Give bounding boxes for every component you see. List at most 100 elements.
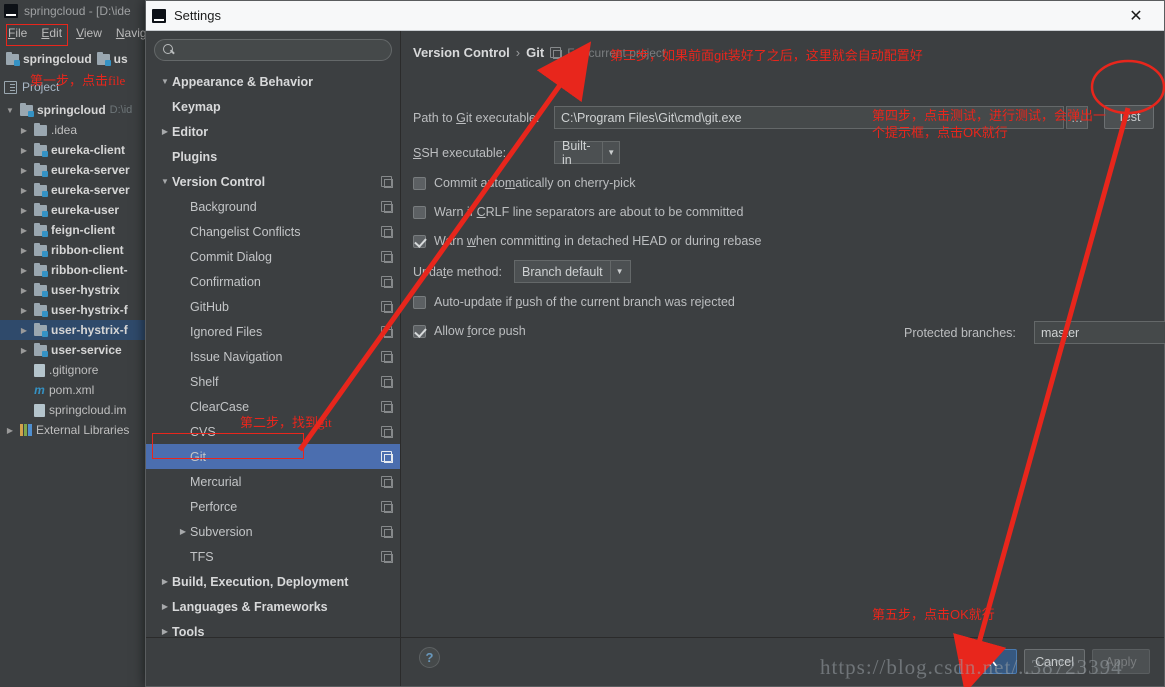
allow-force-push-checkbox[interactable] — [413, 324, 426, 338]
menu-item-edit[interactable]: Edit — [41, 26, 62, 40]
settings-nav-item[interactable]: Commit Dialog — [146, 244, 400, 269]
project-tree-row[interactable]: eureka-user — [0, 200, 145, 220]
git-path-input[interactable]: C:\Program Files\Git\cmd\git.exe — [554, 106, 1064, 129]
settings-nav-item[interactable]: Keymap — [146, 94, 400, 119]
tree-twisty-icon[interactable] — [18, 206, 30, 215]
settings-nav-item[interactable]: GitHub — [146, 294, 400, 319]
project-tree-row[interactable]: m pom.xml — [0, 380, 145, 400]
settings-nav-item[interactable]: ClearCase — [146, 394, 400, 419]
help-icon[interactable]: ? — [419, 647, 440, 668]
copy-settings-icon[interactable] — [381, 201, 393, 213]
tree-twisty-icon[interactable] — [18, 346, 30, 355]
warn-detached-head-row[interactable]: Warn when committing in detached HEAD or… — [413, 234, 761, 248]
commit-cherry-pick-checkbox[interactable] — [413, 176, 426, 190]
settings-nav-list[interactable]: ▼ Appearance & Behavior Keymap ▶ Editor Plugi… — [146, 69, 400, 686]
project-tree-row[interactable]: External Libraries — [0, 420, 145, 440]
project-tree-row[interactable]: springcloud.im — [0, 400, 145, 420]
settings-nav-item[interactable]: ▶ Tools — [146, 619, 400, 644]
breadcrumb-item-module[interactable]: us — [96, 51, 128, 66]
tree-twisty-icon[interactable] — [18, 186, 30, 195]
settings-nav-item[interactable]: ▼ Version Control — [146, 169, 400, 194]
tool-window-header-project[interactable]: Project — [4, 78, 59, 96]
protected-branches-input[interactable]: master — [1034, 321, 1165, 344]
menu-item-file[interactable]: File — [8, 26, 27, 40]
settings-nav-item[interactable]: Mercurial — [146, 469, 400, 494]
settings-nav-item[interactable]: Issue Navigation — [146, 344, 400, 369]
copy-settings-icon[interactable] — [381, 376, 393, 388]
settings-search-box[interactable] — [154, 39, 392, 61]
cancel-button[interactable]: Cancel — [1024, 649, 1085, 674]
tree-twisty-icon[interactable] — [18, 126, 30, 135]
project-tree-row[interactable]: eureka-server — [0, 180, 145, 200]
search-input[interactable] — [181, 42, 383, 58]
settings-nav-item[interactable]: Ignored Files — [146, 319, 400, 344]
copy-settings-icon[interactable] — [381, 426, 393, 438]
settings-nav-item[interactable]: ▶ Languages & Frameworks — [146, 594, 400, 619]
tree-twisty-icon[interactable] — [18, 166, 30, 175]
tree-twisty-icon[interactable] — [18, 246, 30, 255]
copy-settings-icon[interactable] — [381, 301, 393, 313]
copy-settings-icon[interactable] — [381, 176, 393, 188]
settings-nav-item[interactable]: ▼ Appearance & Behavior — [146, 69, 400, 94]
tree-twisty-icon[interactable] — [18, 266, 30, 275]
commit-cherry-pick-row[interactable]: Commit automatically on cherry-pick — [413, 176, 635, 190]
settings-nav-item[interactable]: Plugins — [146, 144, 400, 169]
chevron-down-icon[interactable]: ▼ — [602, 142, 619, 163]
project-tree-row[interactable]: user-hystrix — [0, 280, 145, 300]
tree-twisty-icon[interactable] — [18, 226, 30, 235]
project-tree-row[interactable]: user-hystrix-f — [0, 320, 145, 340]
project-tree-row[interactable]: user-hystrix-f — [0, 300, 145, 320]
ok-button[interactable]: OK — [959, 649, 1018, 674]
settings-nav-item[interactable]: Shelf — [146, 369, 400, 394]
settings-nav-item[interactable]: ▶ Build, Execution, Deployment — [146, 569, 400, 594]
ide-navigation-breadcrumb[interactable]: springcloud us — [6, 50, 128, 68]
ssh-executable-select[interactable]: Built-in ▼ — [554, 139, 620, 167]
chevron-right-icon[interactable]: ▶ — [158, 602, 172, 611]
copy-settings-icon[interactable] — [381, 326, 393, 338]
project-tree-row[interactable]: .gitignore — [0, 360, 145, 380]
breadcrumb-item-project[interactable]: springcloud — [6, 51, 92, 66]
copy-settings-icon[interactable] — [381, 276, 393, 288]
breadcrumb-parent[interactable]: Version Control — [413, 45, 510, 60]
copy-settings-icon[interactable] — [381, 251, 393, 263]
copy-settings-icon[interactable] — [381, 451, 393, 463]
auto-update-checkbox[interactable] — [413, 295, 426, 309]
settings-nav-item[interactable]: Git — [146, 444, 400, 469]
chevron-down-icon[interactable]: ▼ — [609, 261, 629, 282]
test-button[interactable]: Test — [1104, 105, 1154, 129]
copy-settings-icon[interactable] — [381, 351, 393, 363]
chevron-right-icon[interactable]: ▶ — [176, 527, 190, 536]
copy-settings-icon[interactable] — [381, 476, 393, 488]
copy-settings-icon[interactable] — [381, 226, 393, 238]
tree-twisty-icon[interactable] — [18, 326, 30, 335]
settings-nav-item[interactable]: Changelist Conflicts — [146, 219, 400, 244]
settings-nav-item[interactable]: ▶ Editor — [146, 119, 400, 144]
project-tree-row[interactable]: ribbon-client- — [0, 260, 145, 280]
warn-crlf-row[interactable]: Warn if CRLF line separators are about t… — [413, 205, 743, 219]
project-tree-row[interactable]: ribbon-client — [0, 240, 145, 260]
settings-nav-item[interactable]: TFS — [146, 544, 400, 569]
copy-settings-icon[interactable] — [381, 401, 393, 413]
chevron-right-icon[interactable]: ▶ — [158, 127, 172, 136]
menu-item-navigate[interactable]: Navig — [116, 26, 147, 40]
project-tree[interactable]: springcloudD:\id .idea eureka-client eureka… — [0, 98, 145, 687]
settings-nav-item[interactable]: Perforce — [146, 494, 400, 519]
settings-nav-item[interactable]: CVS — [146, 419, 400, 444]
browse-button[interactable]: … — [1066, 106, 1088, 129]
auto-update-row[interactable]: Auto-update if push of the current branc… — [413, 295, 735, 309]
tree-twisty-icon[interactable] — [18, 146, 30, 155]
settings-nav-item[interactable]: ▶ Subversion — [146, 519, 400, 544]
settings-nav-item[interactable]: Confirmation — [146, 269, 400, 294]
close-icon[interactable]: ✕ — [1114, 2, 1158, 30]
project-tree-row[interactable]: .idea — [0, 120, 145, 140]
tree-twisty-icon[interactable] — [18, 286, 30, 295]
update-method-select[interactable]: Branch default ▼ — [514, 260, 631, 283]
project-tree-row[interactable]: springcloudD:\id — [0, 100, 145, 120]
chevron-down-icon[interactable]: ▼ — [158, 77, 172, 86]
menu-item-view[interactable]: View — [76, 26, 102, 40]
project-tree-row[interactable]: user-service — [0, 340, 145, 360]
chevron-right-icon[interactable]: ▶ — [158, 577, 172, 586]
allow-force-push-row[interactable]: Allow force push — [413, 324, 526, 338]
copy-settings-icon[interactable] — [381, 501, 393, 513]
project-tree-row[interactable]: eureka-client — [0, 140, 145, 160]
